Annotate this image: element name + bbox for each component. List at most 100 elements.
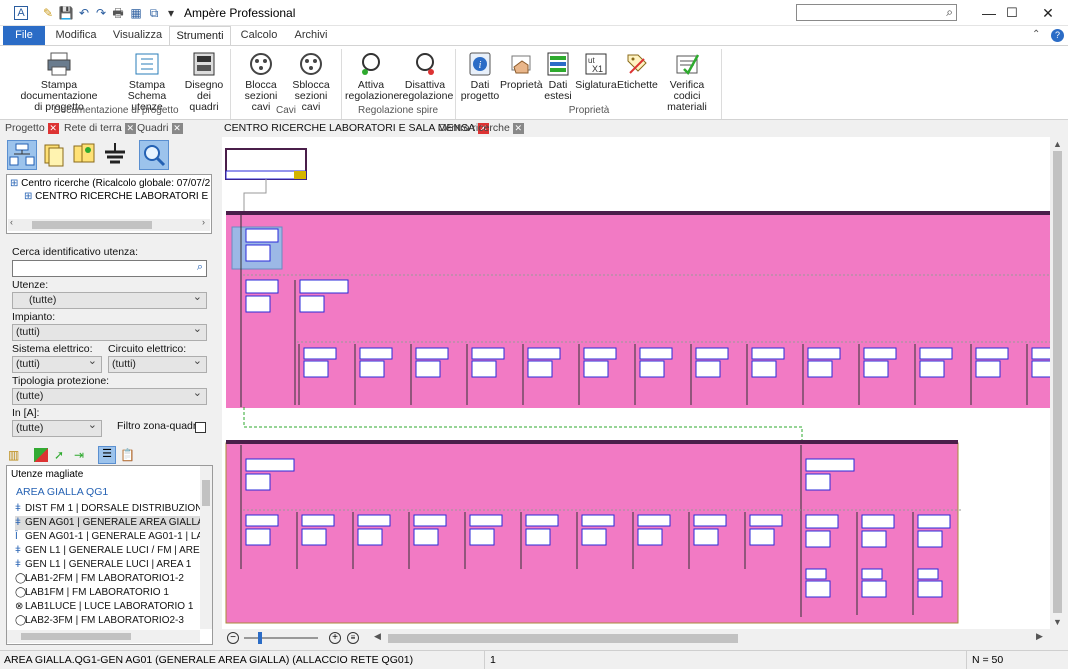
expand-arrow-icon[interactable]: ➚ [54,448,68,462]
feeder-label-box [245,458,295,472]
tab-modifica[interactable]: Modifica [50,26,102,45]
color-filter-icon[interactable] [34,448,48,462]
tab-file[interactable]: File [3,26,45,45]
clipboard-icon[interactable]: 📋 [120,448,135,462]
list-item[interactable]: ǂ GEN L1 | GENERALE LUCI | AREA 1 [15,558,205,572]
users-view-button[interactable] [69,140,99,170]
zoom-out-icon[interactable]: − [227,632,239,644]
zoom-in-icon[interactable]: + [329,632,341,644]
print-documentation-button[interactable]: Stampa documentazione di progetto [6,48,112,113]
impianto-select[interactable]: (tutti) [12,322,207,341]
scrollbar-thumb[interactable] [202,480,210,506]
print-schema-button[interactable]: Stampa Schema utenze [113,48,181,113]
diagram-canvas[interactable] [222,137,1050,629]
documents-view-button[interactable] [39,140,69,170]
fit-view-icon[interactable]: ≡ [347,632,359,644]
scroll-down-icon[interactable]: ▼ [1053,617,1062,627]
list-item[interactable]: ǂ DIST FM 1 | DORSALE DISTRIBUZIONE FM [15,502,205,516]
tab-visualizza[interactable]: Visualizza [110,26,165,45]
redo-icon[interactable]: ↷ [93,5,109,21]
close-icon[interactable]: ✕ [47,122,59,134]
single-line-diagram[interactable] [222,137,1050,629]
list-view-icon[interactable]: ☰ [98,446,116,464]
utenze-select[interactable]: (tutte) [12,290,207,309]
open-icon[interactable]: ✎ [40,5,56,21]
scroll-right-icon[interactable]: ▶ [1036,631,1043,642]
ground-view-button[interactable] [101,140,131,170]
close-icon[interactable]: ✕ [512,122,524,134]
list-item[interactable]: ⊗ LAB1LUCE | LUCE LABORATORIO 1 [15,600,205,614]
close-icon[interactable]: ✕ [124,122,136,134]
list-item[interactable]: ◯LAB1FM | FM LABORATORIO 1 [15,586,205,600]
panel-drawing-button[interactable]: Disegno dei quadri [181,48,227,113]
activate-regulation-button[interactable]: Attiva regolazione [345,48,399,102]
tags-button[interactable]: Etichette [617,48,658,91]
lock-cable-button[interactable]: Blocca sezioni cavi [238,48,284,113]
customize-quick-access-icon[interactable]: ▾ [163,5,179,21]
tree-root-item[interactable]: ⊞ Centro ricerche (Ricalcolo globale: 07… [10,178,210,189]
tree-view-button[interactable] [7,140,37,170]
list-hscrollbar[interactable] [7,630,200,643]
search-input[interactable]: ⌕ [796,4,957,21]
sistema-select[interactable]: (tutti) [12,354,102,373]
yellow-folder-icon[interactable]: ▥ [8,448,22,462]
zoom-slider-handle[interactable] [258,632,262,644]
tree-child-item[interactable]: ⊞ CENTRO RICERCHE LABORATORI E SALA M [24,191,209,202]
export-list-icon[interactable]: ⇥ [74,448,88,462]
feeder-value-box [693,528,719,546]
tab-progetto[interactable]: Progetto ✕ [5,121,59,136]
tab-centro-ricerche[interactable]: Centro ricerche ✕ [438,121,524,136]
export-icon[interactable]: ⧉ [146,5,162,21]
deactivate-regulation-button[interactable]: Disattiva regolazione [399,48,453,102]
list-item[interactable]: Ī GEN AG01-1 | GENERALE AG01-1 | LAB. E M… [15,530,205,544]
undo-icon[interactable]: ↶ [76,5,92,21]
list-item-selected[interactable]: ǂ GEN AG01 | GENERALE AREA GIALLA | ALLAC [15,516,205,530]
in-select[interactable]: (tutte) [12,418,102,437]
zoom-slider[interactable] [244,637,318,639]
labeling-button[interactable]: ut X1 Siglatura [575,48,617,91]
search-icon[interactable]: ⌕ [946,5,953,20]
tree-scrollbar[interactable]: ‹ › [8,217,210,231]
help-icon[interactable]: ? [1051,29,1064,42]
extended-data-button[interactable]: Dati estesi [543,48,573,102]
properties-button[interactable]: Proprietà [500,48,543,91]
scrollbar-thumb[interactable] [21,633,131,640]
list-item[interactable]: ◯LAB1-2FM | FM LABORATORIO1-2 [15,572,205,586]
list-item[interactable]: ◯LAB2-3FM | FM LABORATORIO2-3 [15,614,205,628]
scrollbar-thumb[interactable] [388,634,738,643]
tab-quadri[interactable]: Quadri ✕ [137,121,183,136]
filtro-checkbox[interactable] [195,422,206,433]
canvas-vscrollbar[interactable]: ▲ ▼ [1050,137,1065,629]
list-vscrollbar[interactable] [200,466,212,629]
tab-rete-di-terra[interactable]: Rete di terra ✕ [64,121,136,136]
extended-data-icon [545,51,571,77]
close-icon[interactable]: ✕ [171,122,183,134]
feeder-value-box [749,528,775,546]
calculator-icon[interactable]: ▦ [128,5,144,21]
tab-strumenti[interactable]: Strumenti [169,26,231,45]
tipologia-select[interactable]: (tutte) [12,386,207,405]
tab-calcolo[interactable]: Calcolo [236,26,282,45]
ribbon-separator [230,49,231,119]
scroll-left-icon[interactable]: ‹ [10,217,13,227]
collapse-ribbon-icon[interactable]: ⌃ [1032,29,1040,40]
circuito-select[interactable]: (tutti) [108,354,207,373]
search-identifier-input[interactable]: ⌕ [12,260,207,277]
scrollbar-thumb[interactable] [1053,151,1062,613]
scroll-left-icon[interactable]: ◀ [374,631,381,642]
verify-codes-button[interactable]: Verifica codici materiali [656,48,718,113]
unlock-cable-button[interactable]: Sblocca sezioni cavi [286,48,336,113]
scroll-up-icon[interactable]: ▲ [1053,139,1062,149]
canvas-hscrollbar[interactable]: ◀ ▶ [368,631,1050,646]
search-icon[interactable]: ⌕ [197,261,203,274]
scrollbar-thumb[interactable] [32,221,152,229]
save-icon[interactable]: 💾 [58,5,74,21]
load-circle-icon: ◯ [15,615,27,626]
tab-archivi[interactable]: Archivi [290,26,332,45]
close-button[interactable]: ✕ [1025,0,1068,26]
list-item[interactable]: ǂ GEN L1 | GENERALE LUCI / FM | AREA 1 [15,544,205,558]
project-data-button[interactable]: i Dati progetto [460,48,500,102]
scroll-right-icon[interactable]: › [202,217,205,227]
search-view-button[interactable] [139,140,169,170]
print-icon[interactable]: 🖶 [110,5,126,21]
